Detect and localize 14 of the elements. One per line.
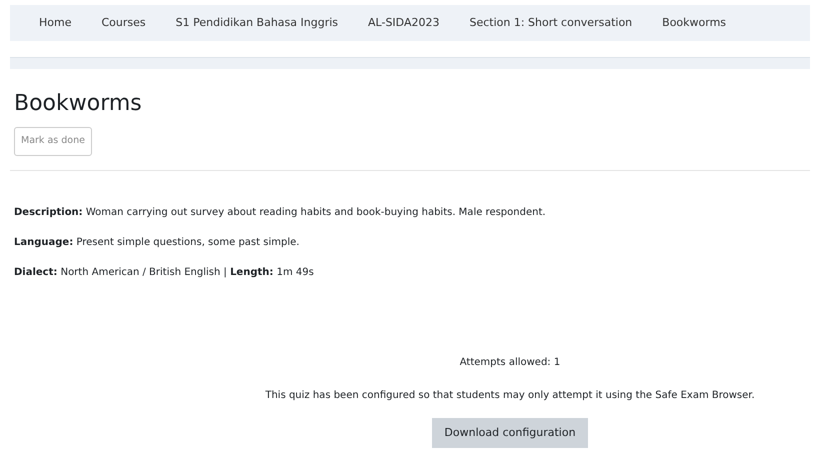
detail-text: Language: Present simple questions, some past simple. [14,236,300,249]
breadcrumb-link[interactable]: Courses [86,14,161,32]
detail-text: Dialect: North American / British English | Length: 1m 49s [14,266,315,279]
breadcrumb-link[interactable]: Home [24,14,86,32]
download-configuration-button[interactable]: Download configuration [432,418,588,448]
breadcrumb-link[interactable]: AL-SIDA2023 [353,14,454,32]
page-title: Bookworms [14,91,143,118]
breadcrumb-link[interactable]: Section 1: Short conversation [454,14,648,32]
detail-text: Description: Woman carrying out survey about reading habits and book-buying habits. Male respondent. [14,206,547,219]
mark-as-done-button[interactable]: Mark as done [14,127,92,156]
breadcrumb-link[interactable]: Bookworms [647,14,742,32]
attempts-text: Attempts allowed: 1 [460,356,560,370]
breadcrumb-link[interactable]: S1 Pendidikan Bahasa Inggris [160,14,354,32]
notice-text: This quiz has been configured so that students may only attempt it using the Safe Exam Browser. [265,388,755,403]
